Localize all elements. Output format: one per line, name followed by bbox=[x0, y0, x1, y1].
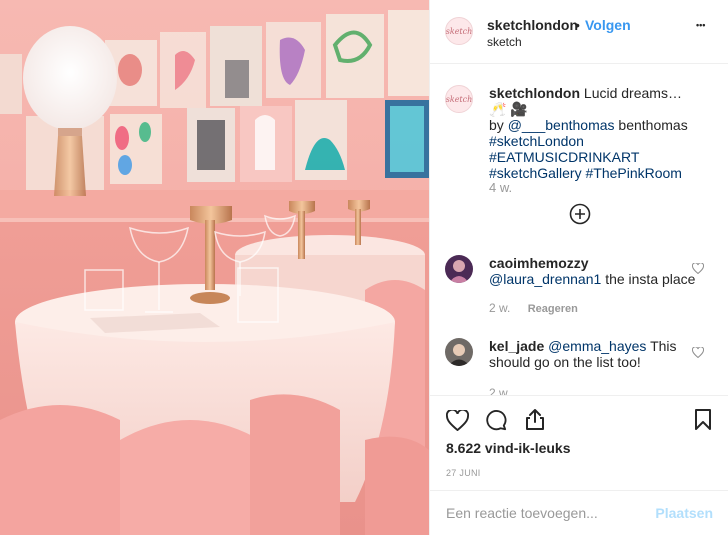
comment-1-meta: 2 w. Reageren bbox=[489, 301, 578, 315]
comment-2-text: kel_jade @emma_hayes This should go on t… bbox=[489, 338, 699, 370]
post-sidebar: sketch sketchlondon • Volgen sketch ••• … bbox=[429, 0, 728, 535]
more-options-icon[interactable]: ••• bbox=[696, 20, 705, 30]
comment-input[interactable]: Een reactie toevoegen... bbox=[446, 505, 598, 521]
like-heart-icon[interactable] bbox=[446, 410, 469, 431]
post-photo[interactable] bbox=[0, 0, 429, 535]
caption-emoji: 🥂 🎥 bbox=[489, 101, 528, 117]
share-icon[interactable] bbox=[524, 408, 546, 431]
comment-2-like-icon[interactable] bbox=[692, 347, 704, 358]
comment-1-reply-button[interactable]: Reageren bbox=[528, 303, 578, 315]
like-count[interactable]: 8.622 vind-ik-leuks bbox=[446, 440, 571, 456]
caption-body: Lucid dreams… bbox=[583, 85, 682, 101]
comment-2-body-1: This bbox=[650, 338, 677, 354]
comment-2-body-2: should go on the list too! bbox=[489, 354, 641, 370]
hashtag-thepinkroom[interactable]: #ThePinkRoom bbox=[585, 165, 682, 181]
comment-1-username[interactable]: caoimhemozzy bbox=[489, 255, 589, 271]
caption-avatar[interactable]: sketch bbox=[445, 85, 473, 113]
comment-1-age[interactable]: 2 w. bbox=[489, 301, 510, 315]
comment-bubble-icon[interactable] bbox=[485, 409, 507, 431]
caption-age[interactable]: 4 w. bbox=[489, 180, 512, 195]
avatar-logo-text: sketch bbox=[445, 26, 473, 36]
hashtag-sketchlondon[interactable]: #sketchLondon bbox=[489, 133, 584, 149]
comment-2-age[interactable]: 2 w. bbox=[489, 386, 510, 395]
post-header: sketch sketchlondon • Volgen sketch ••• bbox=[430, 0, 728, 64]
comment-1-like-icon[interactable] bbox=[692, 263, 704, 274]
comment-2-meta: 2 w. bbox=[489, 386, 510, 395]
post-comment-button[interactable]: Plaatsen bbox=[655, 505, 713, 521]
pink-room-photo bbox=[0, 0, 429, 535]
comment-2-mention[interactable]: @emma_hayes bbox=[548, 338, 646, 354]
hashtag-sketchgallery[interactable]: #sketchGallery bbox=[489, 165, 582, 181]
caption-text: sketchlondon Lucid dreams… 🥂 🎥 by @___ben… bbox=[489, 85, 699, 181]
caption-mention[interactable]: @___benthomas bbox=[508, 117, 615, 133]
location-link[interactable]: sketch bbox=[487, 35, 522, 49]
caption-author-name: benthomas bbox=[618, 117, 688, 133]
follow-button[interactable]: Volgen bbox=[585, 17, 631, 33]
post-date[interactable]: 27 JUNI bbox=[446, 468, 481, 478]
caption-by: by bbox=[489, 117, 504, 133]
hashtag-eatmusicdrinkart[interactable]: #EATMUSICDRINKART bbox=[489, 149, 639, 165]
comment-1-mention[interactable]: @laura_drennan1 bbox=[489, 271, 601, 287]
caption-avatar-logo-text: sketch bbox=[445, 94, 473, 104]
save-bookmark-icon[interactable] bbox=[694, 408, 712, 431]
comment-2-username[interactable]: kel_jade bbox=[489, 338, 544, 354]
header-separator: • bbox=[575, 17, 580, 33]
comment-1-body: the insta place bbox=[605, 271, 696, 287]
comment-avatar-kel-jade[interactable] bbox=[445, 338, 473, 366]
load-more-comments-icon[interactable] bbox=[569, 203, 591, 225]
header-username[interactable]: sketchlondon bbox=[487, 17, 578, 33]
comment-1-text: caoimhemozzy @laura_drennan1 the insta p… bbox=[489, 255, 699, 287]
post-actions: 8.622 vind-ik-leuks 27 JUNI bbox=[430, 395, 728, 490]
comment-avatar-caoimhemozzy[interactable] bbox=[445, 255, 473, 283]
account-avatar[interactable]: sketch bbox=[445, 17, 473, 45]
instagram-post: sketch sketchlondon • Volgen sketch ••• … bbox=[0, 0, 728, 535]
caption-username[interactable]: sketchlondon bbox=[489, 85, 580, 101]
comment-composer: Een reactie toevoegen... Plaatsen bbox=[430, 490, 728, 535]
comments-area: sketch sketchlondon Lucid dreams… 🥂 🎥 by … bbox=[430, 65, 728, 395]
